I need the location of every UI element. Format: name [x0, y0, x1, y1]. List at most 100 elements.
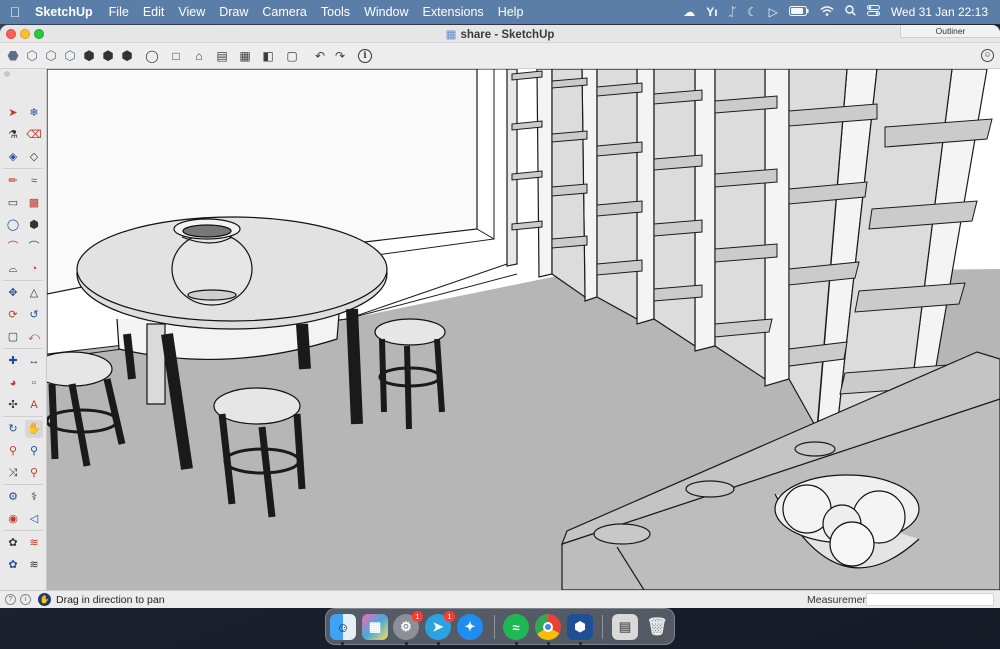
menubar-clock[interactable]: Wed 31 Jan 22:13: [891, 5, 988, 19]
geo-location-icon[interactable]: ?: [5, 594, 16, 605]
move-tool-icon[interactable]: ✥: [4, 284, 22, 302]
perspective-icon[interactable]: ◯: [143, 47, 161, 65]
paint-bucket-tool-icon[interactable]: ⚗: [4, 126, 22, 144]
tape-measure-tool-icon[interactable]: ✚: [4, 352, 22, 370]
measurements-input[interactable]: [866, 593, 994, 606]
menu-extensions[interactable]: Extensions: [416, 5, 491, 19]
search-icon[interactable]: [845, 5, 856, 19]
dock-screenshot-icon[interactable]: ▤: [612, 614, 638, 640]
bluetooth-icon[interactable]: ᛢ: [729, 5, 736, 19]
section-plane-icon[interactable]: ▤: [213, 47, 231, 65]
house-icon[interactable]: ⌂: [190, 47, 208, 65]
eraser-tool-icon[interactable]: ⌫: [25, 126, 43, 144]
wifi-icon[interactable]: [820, 5, 834, 19]
menu-file[interactable]: File: [102, 5, 136, 19]
control-center-icon[interactable]: [866, 5, 880, 19]
section-fill-icon[interactable]: ▢: [283, 47, 301, 65]
credits-icon[interactable]: i: [20, 594, 31, 605]
menu-help[interactable]: Help: [491, 5, 531, 19]
y-app-icon[interactable]: Yı: [706, 5, 717, 19]
tag-tool-icon[interactable]: ◈: [4, 148, 22, 166]
polygon-tool-icon[interactable]: ⬢: [25, 216, 43, 234]
sandbox-1-tool-icon[interactable]: ✿: [4, 534, 22, 552]
sandbox-2-tool-icon[interactable]: ≋: [25, 534, 43, 552]
undo-icon[interactable]: ↶: [311, 47, 329, 65]
right-view-icon[interactable]: ⬡: [61, 47, 79, 65]
left-view-icon[interactable]: ⬢: [99, 47, 117, 65]
menu-window[interactable]: Window: [357, 5, 415, 19]
protractor-tool-icon[interactable]: ◕: [4, 374, 22, 392]
three-point-arc-tool-icon[interactable]: ⌓: [4, 260, 22, 278]
arc-tool-icon[interactable]: ⌒: [4, 238, 22, 256]
moon-icon[interactable]: ☾: [747, 5, 758, 19]
zoom-window-tool-icon[interactable]: ⚲: [25, 442, 43, 460]
dock-chrome-icon[interactable]: [535, 614, 561, 640]
rectangle-tool-icon[interactable]: ▭: [4, 194, 22, 212]
menu-tools[interactable]: Tools: [314, 5, 357, 19]
freehand-tool-icon[interactable]: ≈: [25, 172, 43, 190]
text-tool-icon[interactable]: ▫: [25, 374, 43, 392]
parallel-projection-icon[interactable]: □: [167, 47, 185, 65]
push-pull-tool-icon[interactable]: △: [25, 284, 43, 302]
two-point-arc-tool-icon[interactable]: ⌒: [25, 238, 43, 256]
model-viewport[interactable]: [47, 69, 1000, 590]
select-tool-icon[interactable]: ➤: [4, 104, 22, 122]
dock-separator-2: [602, 615, 603, 639]
menu-camera[interactable]: Camera: [255, 5, 313, 19]
account-icon[interactable]: ☺: [981, 49, 994, 62]
sandbox-3-tool-icon[interactable]: ✿: [4, 556, 22, 574]
position-camera-tool-icon[interactable]: ⚙: [4, 488, 22, 506]
follow-me-tool-icon[interactable]: ↺: [25, 306, 43, 324]
top-view-icon[interactable]: ⬡: [23, 47, 41, 65]
dock-finder-icon[interactable]: ☺: [330, 614, 356, 640]
palette-drag-handle[interactable]: [4, 71, 10, 77]
pan-tool-icon[interactable]: ✋: [25, 420, 43, 438]
apple-logo-icon[interactable]: : [0, 4, 30, 20]
dock-separator: [494, 615, 495, 639]
outliner-label: Outliner: [935, 26, 966, 36]
creative-cloud-icon[interactable]: ☁: [683, 5, 695, 19]
play-icon[interactable]: ▷: [769, 5, 778, 19]
rotate-tool-icon[interactable]: ⟳: [4, 306, 22, 324]
eraser-2-tool-icon[interactable]: ◇: [25, 148, 43, 166]
battery-icon[interactable]: [788, 5, 809, 19]
previous-tool-icon[interactable]: ⚲: [25, 464, 43, 482]
dock-trash-icon[interactable]: 🗑: [644, 614, 670, 640]
line-tool-icon[interactable]: ✏: [4, 172, 22, 190]
rotated-rectangle-tool-icon[interactable]: ▩: [25, 194, 43, 212]
walk-tool-icon[interactable]: ⚕: [25, 488, 43, 506]
outliner-panel-tab[interactable]: Outliner: [900, 25, 1000, 38]
info-icon[interactable]: i: [358, 49, 372, 63]
zoom-extents-tool-icon[interactable]: ⤨: [4, 464, 22, 482]
orbit-tool-icon[interactable]: ↻: [4, 420, 22, 438]
offset-tool-icon[interactable]: ⤺: [25, 328, 43, 346]
look-around-tool-icon[interactable]: ◉: [4, 510, 22, 528]
axes-tool-icon[interactable]: ✣: [4, 396, 22, 414]
dock-telegram-icon[interactable]: ➤ 1: [425, 611, 455, 640]
redo-icon[interactable]: ↷: [331, 47, 349, 65]
menu-edit[interactable]: Edit: [136, 5, 172, 19]
scale-tool-icon[interactable]: ▢: [4, 328, 22, 346]
iso-view-icon[interactable]: ⬣: [4, 47, 22, 65]
dock-spotify-icon[interactable]: ≈: [503, 614, 529, 640]
section-cut-icon[interactable]: ▦: [236, 47, 254, 65]
dock-safari-icon[interactable]: ✦: [457, 614, 483, 640]
back-view-icon[interactable]: ⬢: [80, 47, 98, 65]
display-section-icon[interactable]: ◧: [259, 47, 277, 65]
dock-system-settings-icon[interactable]: ⚙ 1: [393, 611, 423, 640]
menu-draw[interactable]: Draw: [212, 5, 255, 19]
bottom-view-icon[interactable]: ⬢: [118, 47, 136, 65]
dimension-tool-icon[interactable]: ↔: [25, 352, 43, 370]
lasso-tool-icon[interactable]: ❄: [25, 104, 43, 122]
dock-sketchup-icon[interactable]: ⬢: [567, 614, 593, 640]
menu-app-name[interactable]: SketchUp: [30, 5, 102, 19]
pie-tool-icon[interactable]: ◔: [25, 260, 43, 278]
front-view-icon[interactable]: ⬡: [42, 47, 60, 65]
dock-launchpad-icon[interactable]: ▦: [362, 614, 388, 640]
section-plane-tool-icon[interactable]: ◁: [25, 510, 43, 528]
3d-text-tool-icon[interactable]: A: [25, 396, 43, 414]
zoom-tool-icon[interactable]: ⚲: [4, 442, 22, 460]
circle-tool-icon[interactable]: ◯: [4, 216, 22, 234]
menu-view[interactable]: View: [171, 5, 212, 19]
sandbox-4-tool-icon[interactable]: ≋: [25, 556, 43, 574]
